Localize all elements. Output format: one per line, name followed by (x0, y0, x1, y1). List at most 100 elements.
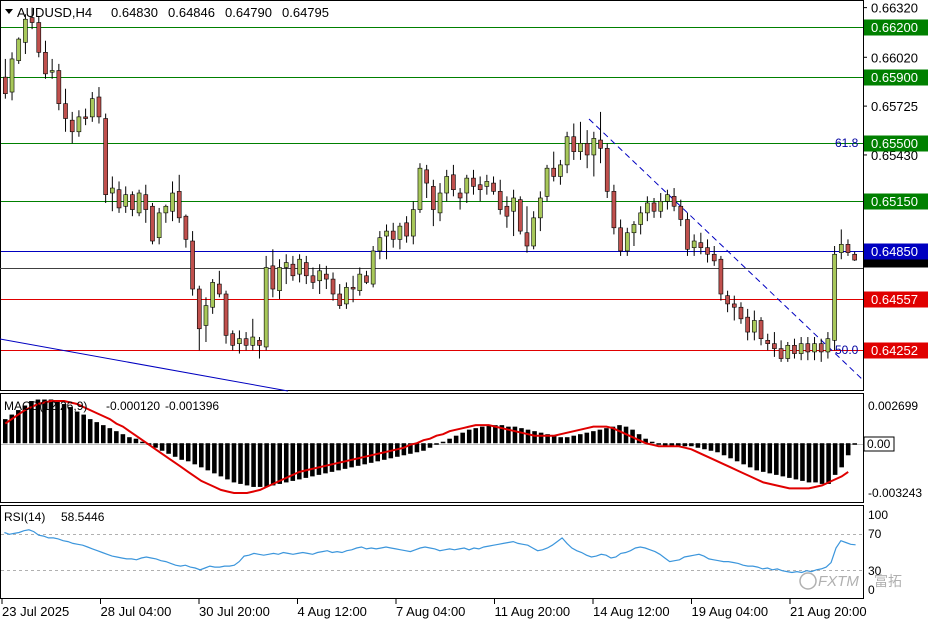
macd-bar (270, 443, 276, 486)
macd-bar (218, 443, 224, 477)
macd-bar (349, 443, 354, 468)
macd-bar (401, 443, 407, 456)
price-tick-label: 0.65725 (871, 99, 918, 114)
macd-bar (107, 428, 113, 444)
candle (417, 163, 423, 213)
fib-label-500: 50.0 (835, 343, 859, 357)
macd-bar (120, 434, 126, 444)
candle (136, 189, 142, 217)
level-tag-0.64850: 0.64850 (864, 243, 928, 260)
candle (263, 255, 269, 351)
macd-tick-bottom: -0.003243 (868, 486, 922, 500)
macd-bar (74, 411, 80, 444)
close-value: 0.64795 (282, 5, 329, 20)
macd-bar (303, 443, 309, 478)
macd-bar (682, 443, 688, 447)
level-tag-text: 0.66200 (871, 20, 918, 35)
time-tick-label: 4 Aug 12:00 (298, 604, 367, 619)
open-value: 0.64830 (111, 5, 158, 20)
macd-bar (578, 434, 583, 444)
macd-bar (551, 435, 557, 444)
macd-bar (656, 443, 661, 445)
level-tag-0.65150: 0.65150 (864, 193, 928, 210)
macd-bar (839, 443, 844, 468)
macd-bar (538, 432, 544, 444)
macd-bar (800, 443, 805, 481)
candle (604, 143, 610, 198)
macd-bar (702, 443, 707, 450)
macd-bar (355, 443, 361, 466)
macd-bar (695, 443, 701, 448)
macd-bar (244, 443, 250, 486)
level-tag-0.66200: 0.66200 (864, 19, 928, 36)
macd-bar (375, 443, 381, 462)
macd-bar (166, 443, 171, 454)
time-tick-label: 28 Jul 04:00 (101, 604, 172, 619)
macd-bar (212, 443, 217, 474)
macd-bar (617, 425, 622, 444)
time-tick-label: 14 Aug 12:00 (593, 604, 670, 619)
macd-label: MACD(12,26,9) -0.000120 -0.001396 (4, 399, 219, 413)
time-tick-label: 30 Jul 20:00 (199, 604, 270, 619)
svg-text:富拓: 富拓 (874, 573, 902, 589)
macd-tick-top: 0.002699 (868, 399, 918, 413)
level-tag-0.65900: 0.65900 (864, 69, 928, 86)
macd-bar (264, 443, 269, 487)
time-tick-label: 11 Aug 20:00 (495, 604, 571, 619)
low-value: 0.64790 (225, 5, 272, 20)
macd-bar (591, 431, 596, 444)
macd-bar (512, 426, 518, 444)
macd-bar (715, 443, 720, 453)
macd-bar (231, 443, 237, 483)
candle (103, 113, 108, 203)
macd-bar (760, 443, 766, 472)
level-tag-0.64252: 0.64252 (864, 342, 928, 359)
candle (370, 245, 376, 288)
macd-bar (362, 443, 367, 465)
candle (832, 245, 837, 351)
candle (16, 37, 22, 64)
level-tag-text: 0.64557 (871, 292, 918, 307)
high-value: 0.64846 (168, 5, 215, 20)
macd-bar (852, 443, 858, 445)
macd-bar (310, 443, 315, 477)
macd-bar (747, 443, 753, 468)
macd-bar (133, 438, 139, 444)
macd-bar (225, 443, 230, 480)
macd-bar (192, 443, 198, 465)
macd-bar (819, 443, 825, 484)
level-tag-text: 0.64252 (871, 343, 918, 358)
svg-text:FXTM: FXTM (818, 573, 859, 590)
macd-bar (323, 443, 328, 474)
macd-bar (199, 443, 204, 468)
macd-bar (114, 431, 119, 444)
candle (517, 196, 523, 235)
macd-bar (525, 429, 531, 444)
macd-bar (94, 422, 100, 444)
macd-main-value: -0.000120 (106, 399, 160, 413)
time-tick-label: 7 Aug 04:00 (396, 604, 465, 619)
macd-bar (179, 443, 184, 460)
macd-bar (584, 432, 590, 444)
macd-bar (774, 443, 779, 475)
macd-bar (780, 443, 786, 477)
macd-axis: 0.002699 0.00 -0.003243 (863, 399, 922, 500)
macd-bar (447, 438, 452, 444)
macd-bar (440, 441, 446, 444)
candle (718, 255, 724, 301)
price-tick-label: 0.66320 (871, 1, 918, 16)
macd-bar (571, 435, 577, 444)
macd-bar (421, 443, 426, 451)
fib-label-618: 61.8 (835, 136, 859, 150)
time-tick-label: 23 Jul 2025 (2, 604, 69, 619)
macd-tick-zero: 0.00 (867, 437, 891, 451)
chart-canvas: 61.8 50.0 0.663200.660200.657250.65430 0.… (0, 0, 928, 619)
macd-bar (434, 443, 439, 445)
macd-bar (251, 443, 256, 487)
macd-bar (767, 443, 773, 474)
macd-bar (277, 443, 282, 484)
candle (685, 212, 690, 256)
macd-bar (81, 414, 86, 444)
macd-bar (826, 443, 831, 484)
macd-bar (100, 425, 106, 444)
